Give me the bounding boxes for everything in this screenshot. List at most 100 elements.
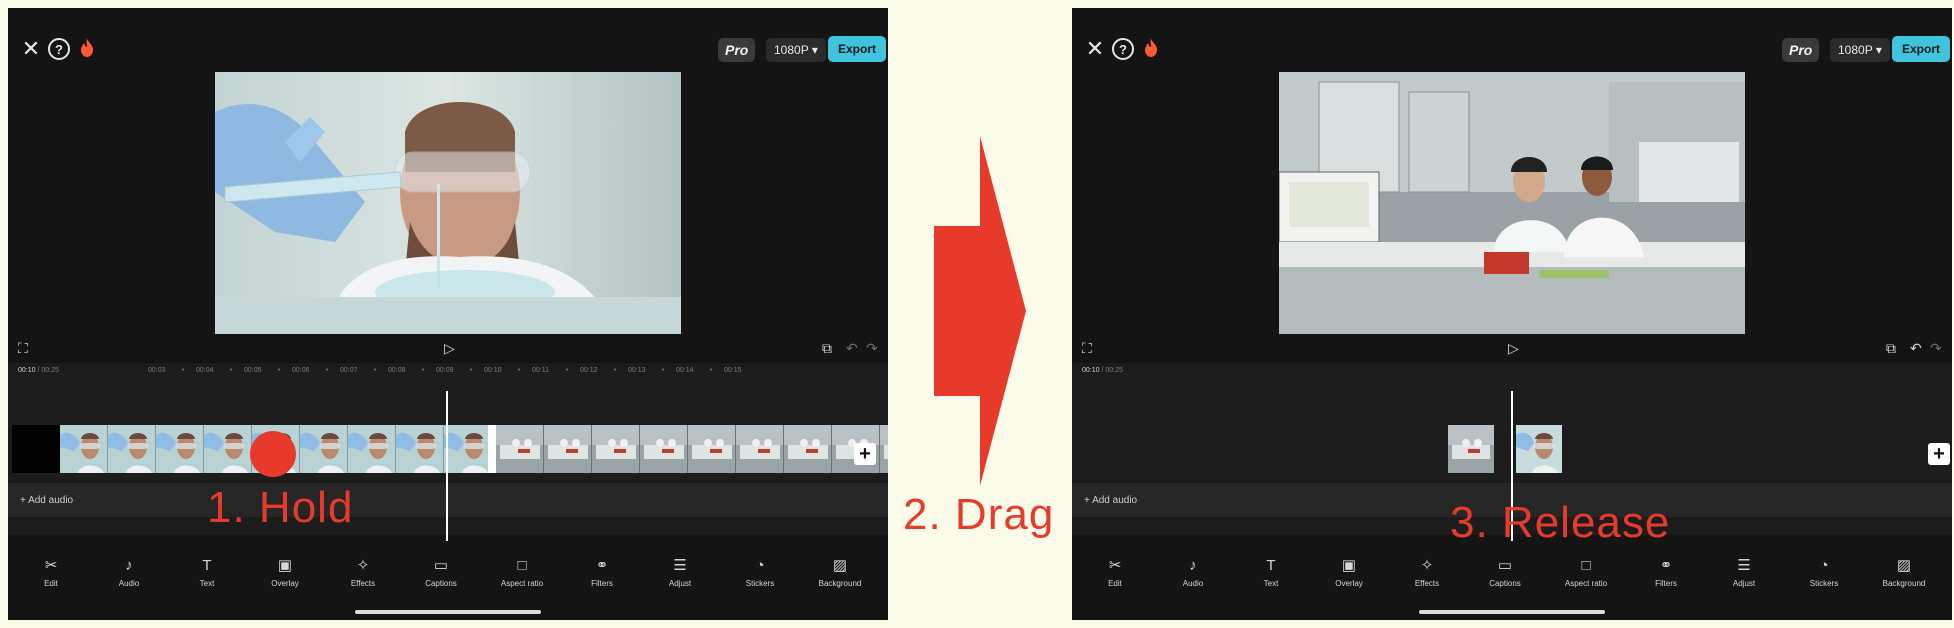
resolution-label: 1080P [1838,43,1873,57]
pro-badge[interactable]: Pro [1782,38,1820,62]
redo-icon[interactable]: ↷ [1930,340,1942,357]
tool-label: Overlay [271,579,299,588]
captions-icon: ▭ [1497,557,1513,574]
tool-label: Filters [591,579,613,588]
close-icon[interactable]: ✕ [1084,38,1106,60]
ruler-dot: • [278,367,281,374]
keyframe-icon[interactable]: ⧉ [822,340,832,357]
flame-icon[interactable] [80,39,94,57]
sticker-icon: ◔ [1819,557,1829,574]
clip-lab-thumbnail[interactable] [1448,425,1494,473]
resolution-button[interactable]: 1080P ▾ [1830,38,1890,62]
tool-overlay[interactable]: ▣ Overlay [245,556,325,588]
timeline: 00:10 / 00:25 00:03 • 00:04 • 00:05 • 00… [8,363,888,535]
tool-adjust[interactable]: ☰ Adjust [640,556,720,588]
tool-label: Overlay [1335,579,1363,588]
bottom-toolbar: ✂ Edit ♪ Audio T Text ▣ Overlay ✧ Effects ▭ Ca… [1072,548,1952,608]
ruler-label: 00:05 [244,367,262,374]
help-icon[interactable]: ? [1112,38,1134,60]
filters-icon: ⚭ [595,557,609,574]
home-indicator [355,610,541,614]
current-time: 00:10 [18,367,36,374]
overlay-icon: ▣ [1341,557,1357,574]
video-preview[interactable] [1279,72,1745,334]
time-readout: 00:10 / 00:25 [18,367,59,374]
tool-label: Captions [1489,579,1521,588]
close-icon[interactable]: ✕ [20,38,42,60]
tool-overlay[interactable]: ▣ Overlay [1309,556,1389,588]
clip-scientist-thumbnail[interactable] [1516,425,1562,473]
tool-edit[interactable]: ✂ Edit [11,556,91,588]
black-clip[interactable] [12,425,60,473]
ruler-dot: • [182,367,185,374]
tool-stickers[interactable]: ◔ Stickers [720,556,800,588]
tool-captions[interactable]: ▭ Captions [1465,556,1545,588]
keyframe-icon[interactable]: ⧉ [1886,340,1896,357]
add-audio-button[interactable]: + Add audio [1084,495,1137,506]
ruler-dot: • [374,367,377,374]
flame-icon[interactable] [1144,39,1158,57]
tool-adjust[interactable]: ☰ Adjust [1704,556,1784,588]
fullscreen-icon[interactable]: ⛶ [18,340,28,357]
export-button[interactable]: Export [828,36,887,62]
tool-background[interactable]: ▨ Background [800,556,880,588]
clip-lab[interactable] [496,425,888,473]
export-button[interactable]: Export [1892,36,1951,62]
tool-filters[interactable]: ⚭ Filters [1626,556,1706,588]
current-time: 00:10 [1082,367,1100,374]
tool-effects[interactable]: ✧ Effects [1387,556,1467,588]
redo-icon[interactable]: ↷ [866,340,878,357]
text-icon: T [202,557,212,574]
tool-label: Effects [350,579,376,588]
ruler-label: 00:09 [436,367,454,374]
audio-track[interactable]: + Add audio [8,483,888,517]
tool-label: Adjust [668,579,692,588]
help-icon[interactable]: ? [48,38,70,60]
tool-text[interactable]: T Text [167,556,247,588]
play-icon[interactable]: ▷ [1508,340,1519,357]
tool-audio[interactable]: ♪ Audio [89,556,169,588]
add-clip-button[interactable]: + [854,443,876,465]
tool-background[interactable]: ▨ Background [1864,556,1944,588]
caret-down-icon: ▾ [1875,43,1882,57]
pro-badge[interactable]: Pro [718,38,756,62]
tool-aspect-ratio[interactable]: □ Aspect ratio [1546,556,1626,588]
tool-label: Stickers [745,579,775,588]
tool-stickers[interactable]: ◔ Stickers [1784,556,1864,588]
ruler-dot: • [710,367,713,374]
background-icon: ▨ [1896,557,1912,574]
bottom-toolbar: ✂ Edit ♪ Audio T Text ▣ Overlay ✧ Effects ▭ Ca… [8,548,888,608]
aspect-ratio-icon: □ [1581,557,1591,574]
add-clip-button[interactable]: + [1928,443,1950,465]
time-readout: 00:10 / 00:25 [1082,367,1123,374]
video-preview[interactable] [215,72,681,334]
overlay-icon: ▣ [277,557,293,574]
tool-filters[interactable]: ⚭ Filters [562,556,642,588]
editor-panel-before: ✕ ? Pro 1080P ▾ Export ⛶ ▷ ⧉ ↶ ↷ 00:10 /… [8,8,888,620]
tool-effects[interactable]: ✧ Effects [323,556,403,588]
tool-aspect-ratio[interactable]: □ Aspect ratio [482,556,562,588]
tool-edit[interactable]: ✂ Edit [1075,556,1155,588]
video-track[interactable] [12,425,888,473]
home-indicator [1419,610,1605,614]
video-track-collapsed[interactable] [1448,425,1562,473]
tool-label: Background [818,579,862,588]
undo-icon[interactable]: ↶ [1910,340,1922,357]
playhead[interactable] [446,391,448,541]
transition-marker[interactable] [488,425,496,473]
tool-text[interactable]: T Text [1231,556,1311,588]
ruler-label: 00:14 [676,367,694,374]
play-icon[interactable]: ▷ [444,340,455,357]
editor-panel-after: ✕ ? Pro 1080P ▾ Export ⛶ ▷ ⧉ ↶ ↷ 00:10 /… [1072,8,1952,620]
resolution-button[interactable]: 1080P ▾ [766,38,826,62]
hold-touch-indicator [250,431,296,477]
ruler-dot: • [518,367,521,374]
ruler-label: 00:07 [340,367,358,374]
tool-captions[interactable]: ▭ Captions [401,556,481,588]
tool-audio[interactable]: ♪ Audio [1153,556,1233,588]
undo-icon[interactable]: ↶ [846,340,858,357]
tool-label: Stickers [1809,579,1839,588]
fullscreen-icon[interactable]: ⛶ [1082,340,1092,357]
resolution-label: 1080P [774,43,809,57]
add-audio-button[interactable]: + Add audio [20,495,73,506]
